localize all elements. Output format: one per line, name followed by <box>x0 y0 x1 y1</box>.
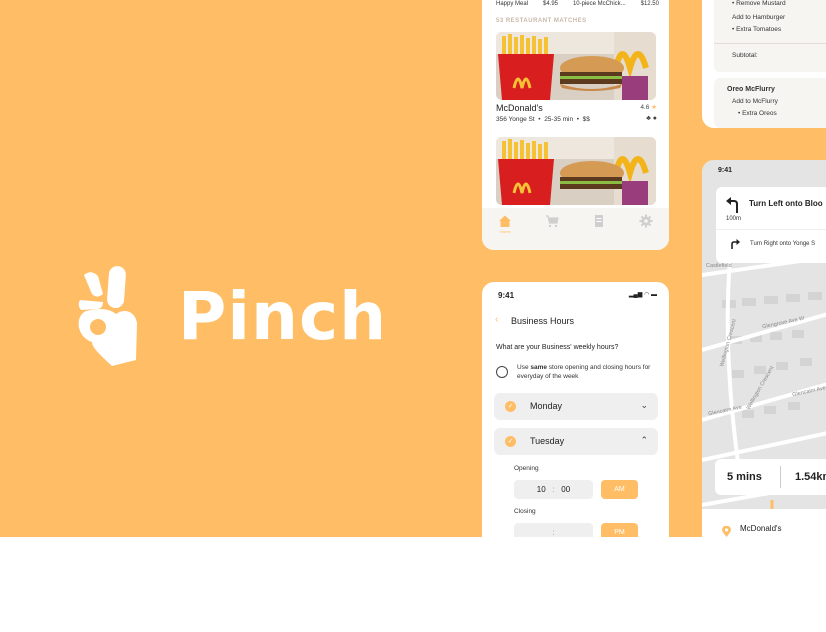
order-item-name: Oreo McFlurry <box>727 86 775 93</box>
brand-name: Pinch <box>178 278 388 355</box>
tab-orders[interactable] <box>592 214 606 228</box>
time-separator: : <box>552 485 555 494</box>
status-icons: ▂▄▆ ◠ ▬ <box>629 291 657 298</box>
eta-distance: 1.54km <box>795 471 826 483</box>
wifi-icon: ◠ <box>644 292 650 298</box>
same-hours-text: Use same store opening and closing hours… <box>517 363 657 381</box>
food-photo-icon <box>496 32 656 100</box>
tab-cart[interactable] <box>545 214 559 228</box>
bag-icon: ● <box>652 115 657 122</box>
opening-time-field[interactable]: 10 : 00 <box>514 480 593 499</box>
order-modifier-group: Add to McFlurry <box>732 98 778 105</box>
directions-panel: Turn Left onto Bloo 100m Turn Right onto… <box>716 187 826 263</box>
closing-time-field[interactable]: : <box>514 523 593 537</box>
opening-label: Opening <box>514 465 539 472</box>
hero-banner: Pinch Happy Meal $4.95 10-piece McChick.… <box>0 0 826 537</box>
closing-label: Closing <box>514 508 536 515</box>
day-row-tuesday[interactable]: ✓ Tuesday ⌃ <box>494 428 658 455</box>
turn-left-icon <box>726 197 738 213</box>
price-level: $$ <box>582 116 590 123</box>
order-modifier: • Remove Mustard <box>732 0 786 7</box>
divider <box>716 229 826 230</box>
eta-panel: 5 mins 1.54km <box>715 459 826 495</box>
chevron-up-icon: ⌃ <box>640 435 648 445</box>
rating-value: 4.6 <box>640 104 650 111</box>
order-summary-screen: • Remove Mustard Add to Hamburger • Extr… <box>702 0 826 128</box>
bottom-tab-bar: Home <box>482 208 669 250</box>
food-photo-icon <box>496 137 656 205</box>
battery-icon: ▬ <box>651 292 657 298</box>
restaurant-photo[interactable] <box>496 32 656 100</box>
eta-time: 5 mins <box>727 471 762 483</box>
tab-home-label: Home <box>500 229 511 234</box>
order-modifier: • Extra Oreos <box>738 110 777 117</box>
closing-ampm-button[interactable]: PM <box>601 523 638 537</box>
receipt-icon <box>594 215 603 227</box>
restaurant-address: 356 Yonge St <box>496 116 535 123</box>
order-modifier: • Extra Tomatoes <box>732 26 782 33</box>
location-pin-icon <box>722 526 731 537</box>
day-name: Tuesday <box>530 436 565 446</box>
cart-icon <box>546 215 559 228</box>
tab-home[interactable]: Home <box>498 214 512 234</box>
time-separator: : <box>552 528 555 537</box>
order-modifier-group: Add to Hamburger <box>732 14 786 21</box>
home-icon <box>499 215 512 227</box>
divider <box>780 466 781 488</box>
dietary-icons: ♣ ● <box>646 115 657 122</box>
order-item-card-2: Oreo McFlurry Add to McFlurry • Extra Or… <box>714 78 826 128</box>
same-hours-pre: Use <box>517 364 531 371</box>
happy-meal-label: Happy Meal <box>496 1 529 7</box>
star-icon: ★ <box>651 104 657 111</box>
subtotal-label: Subtotal: <box>732 52 758 59</box>
page-title: Business Hours <box>511 316 575 326</box>
turn-distance: 100m <box>726 216 742 222</box>
divider <box>714 43 826 44</box>
road-label: Castlefield <box>706 263 732 269</box>
signal-icon: ▂▄▆ <box>628 292 643 298</box>
gear-icon <box>639 214 653 228</box>
delivery-time: 25-35 min <box>544 116 574 123</box>
business-hours-screen: 9:41 ▂▄▆ ◠ ▬ ‹ Business Hours What are y… <box>482 282 669 537</box>
restaurant-list-screen: Happy Meal $4.95 10-piece McChick... $12… <box>482 0 669 250</box>
restaurant-name[interactable]: McDonald's <box>496 103 543 113</box>
restaurant-rating: 4.6 ★ <box>640 103 657 111</box>
destination-name: McDonald's <box>740 524 782 533</box>
happy-meal-price: $4.95 <box>542 1 558 7</box>
opening-hour: 10 <box>536 485 546 494</box>
day-name: Monday <box>530 401 563 411</box>
status-time: 9:41 <box>718 167 733 174</box>
mcchicken-label: 10-piece McChick... <box>572 1 626 7</box>
check-icon: ✓ <box>505 401 516 412</box>
turn-right-icon <box>731 239 740 249</box>
navigation-screen: Castlefield Wellington Crescent Glengrov… <box>702 160 826 537</box>
restaurant-meta: 356 Yonge St • 25-35 min • $$ <box>496 116 590 123</box>
status-time: 9:41 <box>498 291 515 300</box>
pinch-hand-logo-icon <box>78 266 137 366</box>
opening-minute: 00 <box>561 485 571 494</box>
same-hours-bold: same <box>530 364 547 371</box>
hours-question: What are your Business' weekly hours? <box>496 344 619 351</box>
leaf-icon: ♣ <box>646 115 651 122</box>
mcchicken-price: $12.50 <box>640 1 659 7</box>
top-menu-row: Happy Meal $4.95 10-piece McChick... $12… <box>496 1 659 7</box>
tab-settings[interactable] <box>639 214 653 228</box>
next-turn-instruction: Turn Right onto Yonge S <box>750 241 816 247</box>
order-item-card: • Remove Mustard Add to Hamburger • Extr… <box>714 0 826 72</box>
restaurant-photo-2[interactable] <box>496 137 656 205</box>
turn-instruction: Turn Left onto Bloo <box>749 199 823 208</box>
back-chevron-icon[interactable]: ‹ <box>495 314 498 325</box>
check-icon: ✓ <box>505 436 516 447</box>
same-hours-radio[interactable] <box>496 366 508 378</box>
matches-count: 53 RESTAURANT MATCHES <box>496 18 587 24</box>
chevron-down-icon: ⌄ <box>640 400 648 410</box>
brand: Pinch <box>78 265 387 369</box>
destination-panel: McDonald's <box>702 509 826 537</box>
opening-ampm-button[interactable]: AM <box>601 480 638 499</box>
day-row-monday[interactable]: ✓ Monday ⌄ <box>494 393 658 420</box>
